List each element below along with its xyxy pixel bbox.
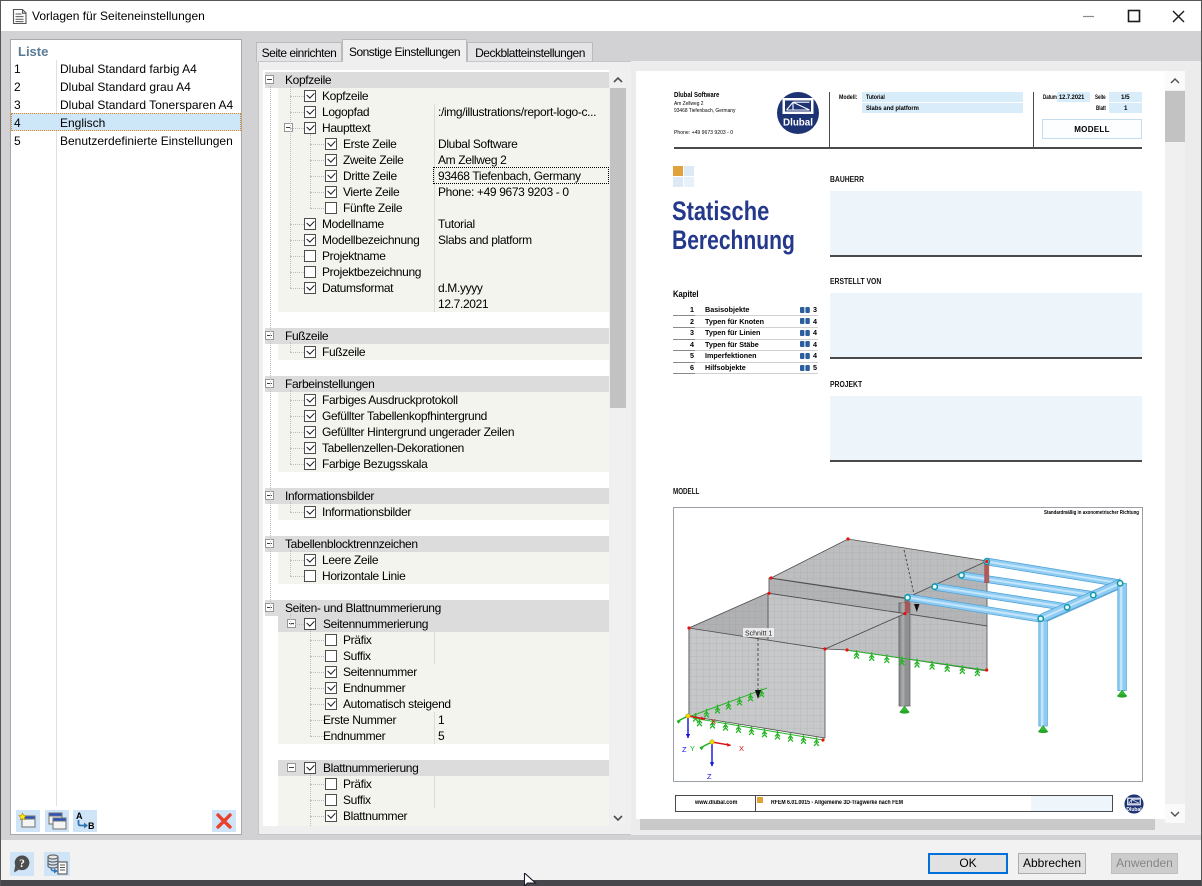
svg-text:Z: Z — [707, 772, 712, 781]
svg-text:Standardmäßig in axonometrisch: Standardmäßig in axonometrischer Richtun… — [1044, 510, 1139, 516]
svg-text:X: X — [739, 744, 744, 753]
svg-text:Dlubal: Dlubal — [1126, 807, 1142, 813]
svg-text:B: B — [88, 821, 95, 831]
svg-text:X: X — [711, 717, 716, 726]
svg-text:A: A — [76, 811, 83, 821]
svg-text:Y: Y — [690, 744, 695, 753]
svg-text:?: ? — [19, 858, 25, 870]
svg-text:Schnitt 1: Schnitt 1 — [745, 631, 772, 638]
svg-text:Z: Z — [682, 745, 687, 754]
svg-text:Dlubal: Dlubal — [783, 118, 813, 129]
